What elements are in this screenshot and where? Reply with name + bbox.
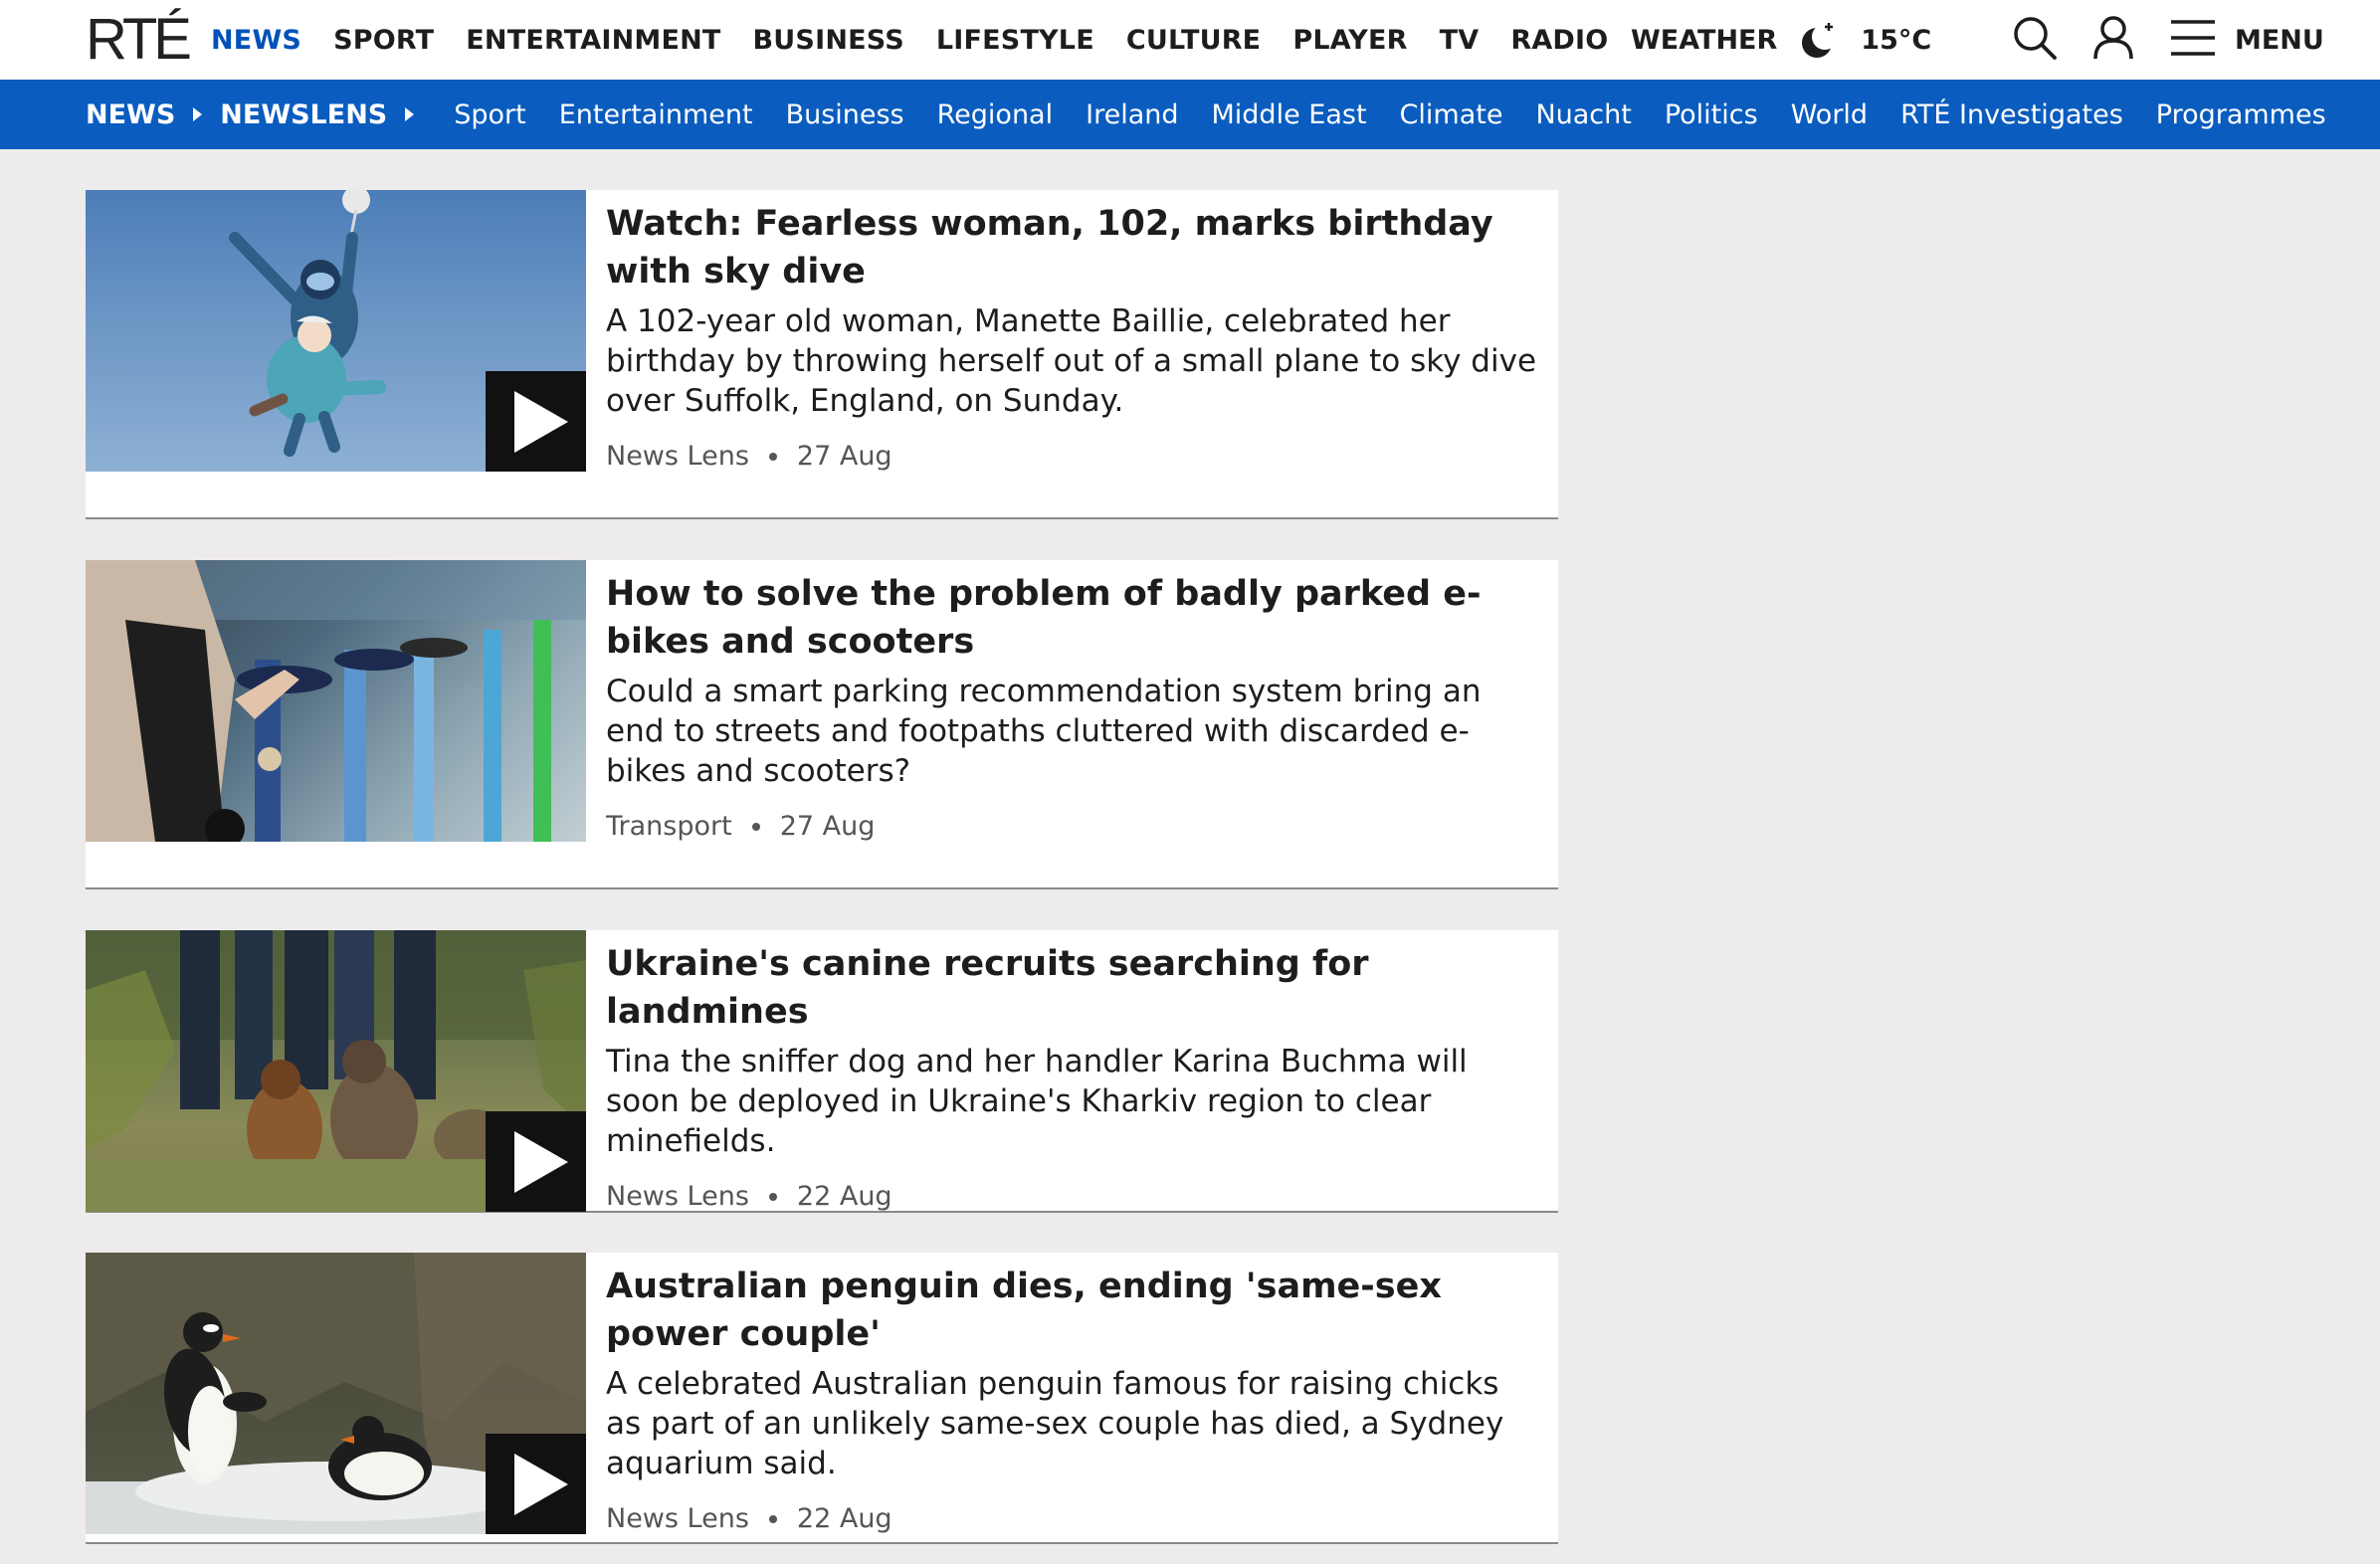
nav-lifestyle[interactable]: LIFESTYLE bbox=[936, 25, 1094, 56]
separator-dot bbox=[768, 452, 777, 461]
subnav-middle-east[interactable]: Middle East bbox=[1212, 99, 1367, 130]
article-meta: News Lens 22 Aug bbox=[606, 1503, 1541, 1534]
article-date: 22 Aug bbox=[796, 1181, 892, 1212]
article-thumbnail[interactable] bbox=[86, 560, 586, 842]
article-card[interactable]: How to solve the problem of badly parked… bbox=[86, 560, 1558, 889]
play-icon[interactable] bbox=[486, 371, 586, 472]
menu-label: MENU bbox=[2235, 24, 2324, 56]
article-description: Could a smart parking recommendation sys… bbox=[606, 674, 1482, 789]
weather-widget[interactable]: WEATHER 15°C bbox=[1631, 0, 1931, 80]
section-nav: NEWS NEWSLENS Sport Entertainment Busine… bbox=[0, 80, 2380, 149]
temperature: 15°C bbox=[1861, 24, 1932, 56]
subnav-nuacht[interactable]: Nuacht bbox=[1535, 99, 1631, 130]
hamburger-icon bbox=[2169, 18, 2217, 62]
nav-culture[interactable]: CULTURE bbox=[1126, 25, 1261, 56]
chevron-right-icon[interactable] bbox=[405, 107, 415, 121]
subnav-programmes[interactable]: Programmes bbox=[2156, 99, 2326, 130]
user-icon bbox=[2091, 15, 2135, 65]
search-button[interactable] bbox=[2012, 0, 2058, 80]
top-header: RTÉ NEWS SPORT ENTERTAINMENT BUSINESS LI… bbox=[0, 0, 2380, 80]
article-title[interactable]: Watch: Fearless woman, 102, marks birthd… bbox=[606, 200, 1541, 295]
nav-sport[interactable]: SPORT bbox=[333, 25, 434, 56]
weather-label: WEATHER bbox=[1631, 24, 1778, 56]
breadcrumb-newslens[interactable]: NEWSLENS bbox=[220, 99, 387, 130]
article-meta: News Lens 22 Aug bbox=[606, 1181, 1541, 1212]
article-card[interactable]: Ukraine's canine recruits searching for … bbox=[86, 930, 1558, 1213]
logo-text: RTÉ bbox=[86, 6, 192, 72]
search-icon bbox=[2012, 15, 2058, 65]
article-date: 22 Aug bbox=[796, 1503, 892, 1534]
article-date: 27 Aug bbox=[796, 441, 892, 472]
breadcrumb-news[interactable]: NEWS bbox=[86, 99, 175, 130]
article-card[interactable]: Watch: Fearless woman, 102, marks birthd… bbox=[86, 190, 1558, 519]
article-body: Watch: Fearless woman, 102, marks birthd… bbox=[606, 200, 1541, 472]
subnav-politics[interactable]: Politics bbox=[1665, 99, 1758, 130]
article-thumbnail[interactable] bbox=[86, 1253, 586, 1534]
play-icon[interactable] bbox=[486, 1434, 586, 1534]
article-meta: Transport 27 Aug bbox=[606, 811, 1541, 842]
article-date: 27 Aug bbox=[779, 811, 876, 842]
article-title[interactable]: Australian penguin dies, ending 'same-se… bbox=[606, 1263, 1541, 1358]
chevron-right-icon bbox=[193, 107, 203, 121]
article-title[interactable]: Ukraine's canine recruits searching for … bbox=[606, 940, 1541, 1036]
play-icon[interactable] bbox=[486, 1111, 586, 1212]
nav-tv[interactable]: TV bbox=[1440, 25, 1480, 56]
article-meta: News Lens 27 Aug bbox=[606, 441, 1541, 472]
article-body: Ukraine's canine recruits searching for … bbox=[606, 940, 1541, 1212]
separator-dot bbox=[768, 1192, 777, 1201]
article-title[interactable]: How to solve the problem of badly parked… bbox=[606, 570, 1541, 666]
moon-icon bbox=[1797, 19, 1839, 61]
article-category[interactable]: Transport bbox=[606, 811, 732, 842]
main-nav: NEWS SPORT ENTERTAINMENT BUSINESS LIFEST… bbox=[211, 0, 1640, 80]
nav-entertainment[interactable]: ENTERTAINMENT bbox=[466, 25, 720, 56]
nav-news[interactable]: NEWS bbox=[211, 25, 301, 56]
article-description: A celebrated Australian penguin famous f… bbox=[606, 1366, 1504, 1481]
article-thumbnail[interactable] bbox=[86, 930, 586, 1212]
menu-button[interactable]: MENU bbox=[2169, 0, 2324, 80]
subnav-business[interactable]: Business bbox=[786, 99, 904, 130]
article-category[interactable]: News Lens bbox=[606, 1503, 749, 1534]
article-card[interactable]: Australian penguin dies, ending 'same-se… bbox=[86, 1253, 1558, 1544]
nav-player[interactable]: PLAYER bbox=[1292, 25, 1407, 56]
article-category[interactable]: News Lens bbox=[606, 1181, 749, 1212]
nav-business[interactable]: BUSINESS bbox=[753, 25, 904, 56]
subnav-regional[interactable]: Regional bbox=[937, 99, 1053, 130]
separator-dot bbox=[751, 822, 760, 831]
subnav-rte-investigates[interactable]: RTÉ Investigates bbox=[1900, 99, 2123, 130]
subnav-world[interactable]: World bbox=[1791, 99, 1868, 130]
article-body: How to solve the problem of badly parked… bbox=[606, 570, 1541, 842]
article-body: Australian penguin dies, ending 'same-se… bbox=[606, 1263, 1541, 1534]
article-description: A 102-year old woman, Manette Baillie, c… bbox=[606, 303, 1537, 419]
subnav-climate[interactable]: Climate bbox=[1400, 99, 1503, 130]
subnav-sport[interactable]: Sport bbox=[454, 99, 525, 130]
subnav-ireland[interactable]: Ireland bbox=[1086, 99, 1178, 130]
account-button[interactable] bbox=[2091, 0, 2135, 80]
separator-dot bbox=[768, 1514, 777, 1523]
nav-radio[interactable]: RADIO bbox=[1510, 25, 1608, 56]
rte-logo[interactable]: RTÉ bbox=[86, 6, 192, 72]
article-category[interactable]: News Lens bbox=[606, 441, 749, 472]
article-description: Tina the sniffer dog and her handler Kar… bbox=[606, 1044, 1468, 1159]
article-thumbnail[interactable] bbox=[86, 190, 586, 472]
subnav-entertainment[interactable]: Entertainment bbox=[559, 99, 753, 130]
